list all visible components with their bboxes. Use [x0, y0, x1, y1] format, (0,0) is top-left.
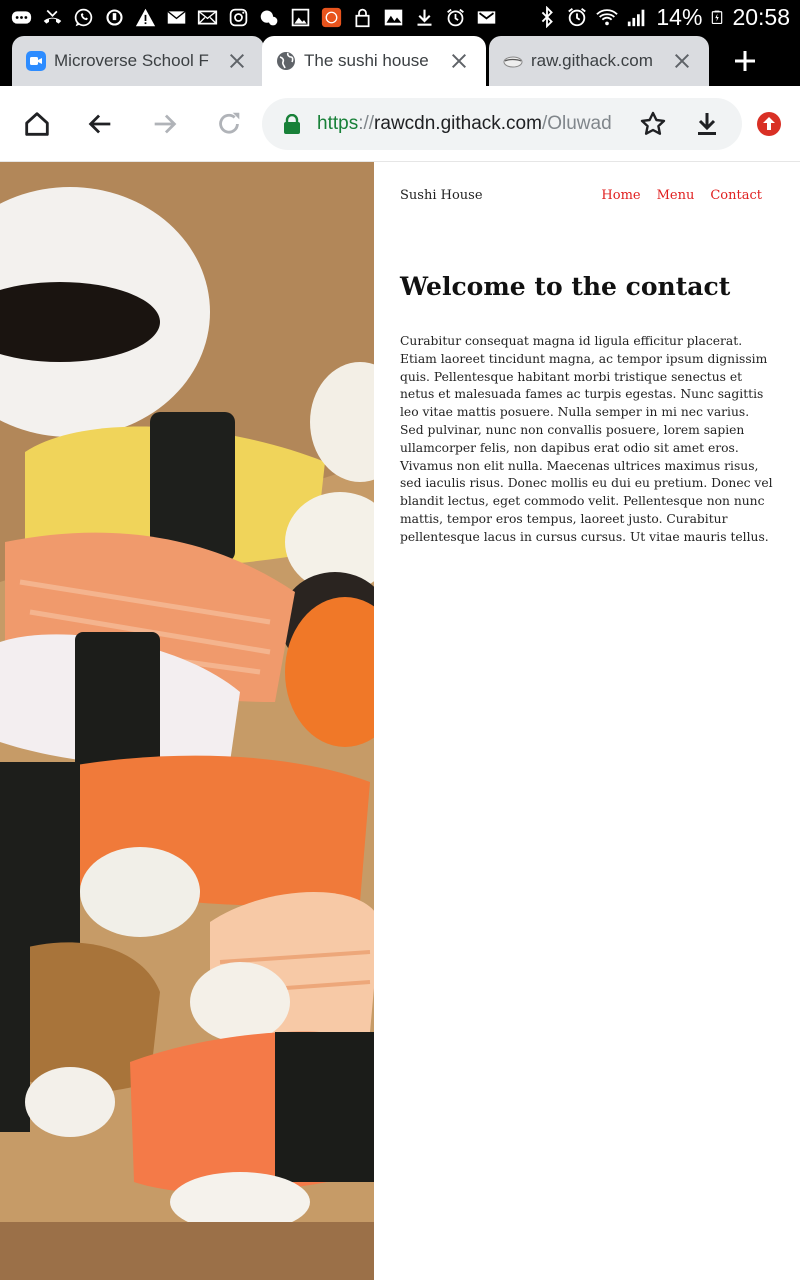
url-text[interactable]: https://rawcdn.githack.com/Oluwad [317, 113, 627, 135]
url-host: rawcdn.githack.com [374, 113, 542, 134]
site-brand[interactable]: Sushi House [400, 188, 483, 203]
instagram-icon [227, 7, 250, 28]
nav-contact-link[interactable]: Contact [710, 188, 762, 203]
secure-lock-icon[interactable] [283, 113, 301, 134]
bookmark-star-icon[interactable] [639, 110, 667, 138]
gallery-icon [289, 7, 312, 28]
app-icon [320, 7, 343, 28]
url-separator: :// [358, 113, 375, 134]
battery-percent: 14% [656, 3, 703, 30]
home-icon[interactable] [21, 108, 53, 140]
tab-close-icon[interactable] [446, 48, 472, 74]
missed-call-icon [41, 7, 64, 28]
chat-bubble-icon [10, 7, 33, 28]
notification-icons [10, 5, 498, 29]
tab-githack[interactable]: raw.githack.com [489, 36, 709, 86]
content-panel: Sushi House Home Menu Contact Welcome to… [374, 162, 800, 1280]
whatsapp-icon [72, 7, 95, 28]
update-badge-icon[interactable] [753, 108, 785, 140]
wifi-icon [596, 9, 619, 26]
nav-home-link[interactable]: Home [601, 188, 640, 203]
weather-icon [258, 7, 281, 28]
site-nav: Home Menu Contact [601, 188, 762, 203]
mail-icon [165, 7, 188, 28]
address-bar[interactable]: https://rawcdn.githack.com/Oluwad [262, 98, 742, 150]
status-bar: 14% 20:58 [0, 0, 800, 34]
gallery-icon [382, 7, 405, 28]
lock-icon [351, 7, 374, 28]
web-page: Sushi House Home Menu Contact Welcome to… [0, 162, 800, 1280]
zoom-icon [26, 51, 46, 71]
download-page-icon[interactable] [693, 110, 721, 138]
tab-close-icon[interactable] [224, 48, 250, 74]
globe-icon [276, 51, 296, 71]
forward-arrow-icon[interactable] [149, 108, 181, 140]
warning-icon [134, 7, 157, 28]
signal-icon [628, 9, 645, 27]
alarm-icon [568, 8, 587, 27]
back-arrow-icon[interactable] [84, 108, 116, 140]
githack-icon [503, 51, 523, 71]
tab-microverse[interactable]: Microverse School F [12, 36, 264, 86]
nav-menu-link[interactable]: Menu [657, 188, 695, 203]
bluetooth-icon [542, 6, 554, 28]
gmail-icon [475, 7, 498, 28]
sushi-hero-image [0, 162, 374, 1280]
url-scheme: https [317, 113, 359, 134]
mail-icon [196, 7, 219, 28]
system-indicators: 14% 20:58 [536, 4, 790, 30]
tab-close-icon[interactable] [669, 48, 695, 74]
tab-sushi-house[interactable]: The sushi house [262, 36, 486, 86]
clock-time: 20:58 [732, 3, 790, 30]
tab-title: raw.githack.com [531, 51, 653, 70]
battery-charging-icon [712, 10, 723, 24]
tab-strip: Microverse School F raw.githack.com The … [0, 34, 800, 86]
browser-toolbar: https://rawcdn.githack.com/Oluwad [0, 86, 800, 162]
download-icon [413, 7, 436, 28]
body-paragraph: Curabitur consequat magna id ligula effi… [400, 334, 773, 544]
page-heading: Welcome to the contact [400, 272, 731, 301]
tab-title: Microverse School F [54, 51, 209, 70]
new-tab-plus-icon[interactable] [730, 46, 760, 76]
url-path: /Oluwad [541, 113, 612, 134]
tab-title: The sushi house [304, 51, 429, 70]
alarm-icon [444, 7, 467, 28]
sync-icon [103, 7, 126, 28]
reload-icon[interactable] [213, 108, 245, 140]
